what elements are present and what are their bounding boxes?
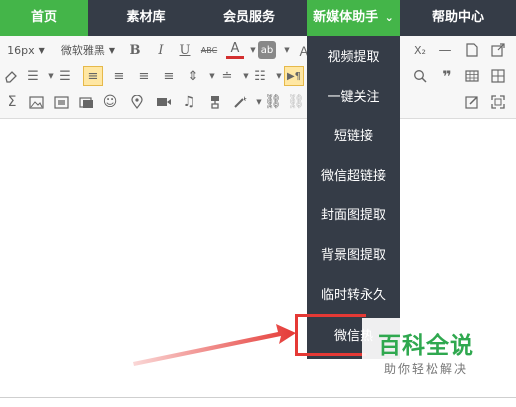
watermark-subtitle: 助你轻松解决 (384, 362, 469, 376)
watermark: 百科全说 助你轻松解决 (362, 318, 496, 382)
watermark-title: 百科全说 (378, 333, 474, 359)
editor-bottom-border (0, 397, 516, 398)
